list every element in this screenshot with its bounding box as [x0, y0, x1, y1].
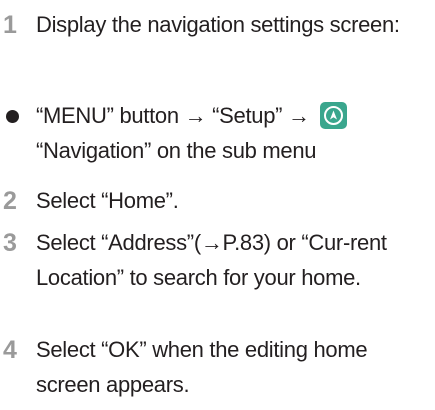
step-text: Select “Address”(→P.83) or “Cur-rent Loc…: [36, 230, 387, 290]
instruction-page: 1 Display the navigation settings screen…: [0, 0, 435, 410]
bullet-icon: [6, 110, 19, 123]
step-number: 2: [3, 187, 17, 215]
step-number: 1: [3, 11, 17, 39]
step-number: 3: [3, 229, 17, 257]
step-number: 4: [3, 336, 17, 364]
navigation-compass-icon: [319, 101, 347, 129]
bullet-text-before-icon: “MENU” button → “Setup” →: [36, 103, 310, 128]
step-text: Display the navigation settings screen:: [36, 12, 400, 37]
step-text: Select “OK” when the editing home screen…: [36, 337, 368, 397]
bullet-text-after-icon: “Navigation” on the sub menu: [36, 138, 317, 163]
step-text: Select “Home”.: [36, 188, 179, 213]
bullet-text: “MENU” button → “Setup” → “Navigation” o…: [36, 98, 427, 168]
